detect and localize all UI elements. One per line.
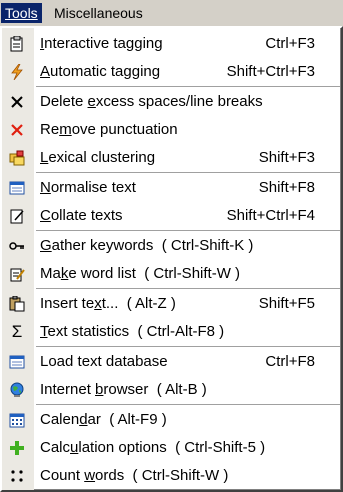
menu-item-calendar[interactable]: Calendar ( Alt-F9 ): [2, 406, 341, 434]
menu-item-label: Normalise text: [40, 179, 136, 196]
menu-item-lexical-clustering[interactable]: Lexical clustering Shift+F3: [2, 144, 341, 172]
tag-clipboard-icon: [9, 36, 25, 52]
shortcut: Shift+F3: [258, 149, 315, 166]
menu-item-label: Calendar ( Alt-F9 ): [40, 411, 167, 428]
dots-icon: [9, 468, 25, 484]
menu-item-label: Automatic tagging: [40, 63, 161, 80]
menu-item-insert-text[interactable]: Insert text... ( Alt-Z ) Shift+F5: [2, 290, 341, 318]
menu-item-label: Collate texts: [40, 207, 123, 224]
menu-item-gather-keywords[interactable]: Gather keywords ( Ctrl-Shift-K ): [2, 232, 341, 260]
sigma-icon: Σ: [11, 322, 23, 341]
window-icon: [9, 354, 25, 370]
menu-item-label: Lexical clustering: [40, 149, 156, 166]
menu-item-label: Count words ( Ctrl-Shift-W ): [40, 467, 229, 484]
globe-icon: [9, 382, 25, 398]
edit-doc-icon: [9, 208, 25, 224]
menu-item-load-text-database[interactable]: Load text database Ctrl+F8: [2, 348, 341, 376]
menu-miscellaneous[interactable]: Miscellaneous: [50, 3, 147, 23]
shortcut: Shift+Ctrl+F4: [226, 207, 315, 224]
menu-item-label: Text statistics ( Ctrl-Alt-F8 ): [40, 323, 225, 340]
calendar-icon: [9, 412, 25, 428]
menu-item-count-words[interactable]: Count words ( Ctrl-Shift-W ): [2, 462, 341, 490]
menu-item-remove-punctuation[interactable]: Remove punctuation: [2, 116, 341, 144]
menu-item-label: Interactive tagging: [40, 35, 163, 52]
shortcut: Shift+F5: [258, 295, 315, 312]
menu-tools-label: Tools: [5, 5, 38, 21]
window-icon: [9, 180, 25, 196]
menu-item-automatic-tagging[interactable]: Automatic tagging Shift+Ctrl+F3: [2, 58, 341, 86]
folders-icon: [9, 150, 25, 166]
menu-item-label: Make word list ( Ctrl-Shift-W ): [40, 265, 241, 282]
menu-bar: Tools Miscellaneous: [0, 0, 343, 26]
menu-item-label: Calculation options ( Ctrl-Shift-5 ): [40, 439, 266, 456]
menu-tools[interactable]: Tools: [1, 3, 42, 23]
menu-item-calculation-options[interactable]: Calculation options ( Ctrl-Shift-5 ): [2, 434, 341, 462]
shortcut: Shift+F8: [258, 179, 315, 196]
shortcut: Ctrl+F8: [265, 353, 315, 370]
menu-item-label: Delete excess spaces/line breaks: [40, 93, 263, 110]
menu-item-label: Internet browser ( Alt-B ): [40, 381, 207, 398]
menu-item-text-statistics[interactable]: Σ Text statistics ( Ctrl-Alt-F8 ): [2, 318, 341, 346]
shortcut: Ctrl+F3: [265, 35, 315, 52]
paste-icon: [9, 296, 25, 312]
menu-item-label: Remove punctuation: [40, 121, 178, 138]
menu-item-collate-texts[interactable]: Collate texts Shift+Ctrl+F4: [2, 202, 341, 230]
menu-item-internet-browser[interactable]: Internet browser ( Alt-B ): [2, 376, 341, 404]
menu-item-normalise-text[interactable]: Normalise text Shift+F8: [2, 174, 341, 202]
menu-item-label: Gather keywords ( Ctrl-Shift-K ): [40, 237, 254, 254]
plus-icon: [9, 440, 25, 456]
shortcut: Shift+Ctrl+F3: [226, 63, 315, 80]
black-x-icon: [9, 94, 25, 110]
notepad-pen-icon: [9, 266, 25, 282]
menu-item-make-word-list[interactable]: Make word list ( Ctrl-Shift-W ): [2, 260, 341, 288]
menu-item-label: Load text database: [40, 353, 168, 370]
menu-item-label: Insert text... ( Alt-Z ): [40, 295, 176, 312]
menu-item-interactive-tagging[interactable]: Interactive tagging Ctrl+F3: [2, 30, 341, 58]
lightning-icon: [9, 64, 25, 80]
menu-item-delete-excess-spaces[interactable]: Delete excess spaces/line breaks: [2, 88, 341, 116]
key-icon: [9, 238, 25, 254]
tools-dropdown-menu: Interactive tagging Ctrl+F3 Automatic ta…: [0, 26, 343, 492]
red-x-icon: [9, 122, 25, 138]
